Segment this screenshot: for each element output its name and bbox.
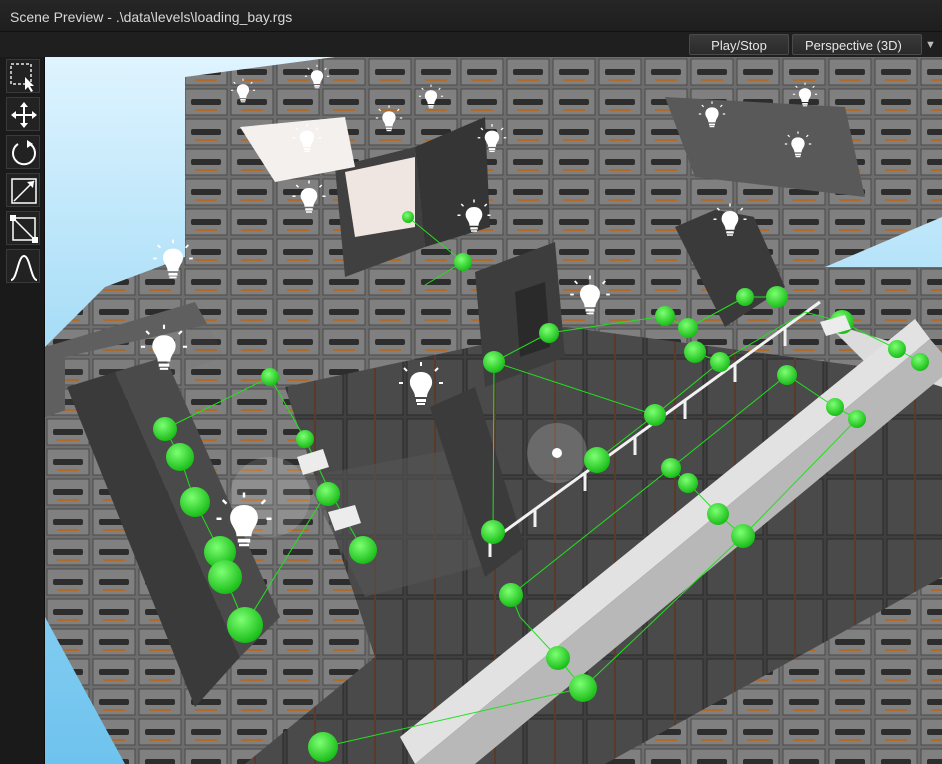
waypoint-sphere[interactable] (911, 353, 929, 371)
viewport-toolbar: Play/Stop Perspective (3D) ▼ (0, 32, 942, 57)
bounding-box-icon (10, 215, 38, 243)
waypoint-sphere[interactable] (731, 524, 755, 548)
waypoint-sphere[interactable] (644, 404, 666, 426)
rotate-icon (12, 140, 36, 166)
waypoint-sphere[interactable] (316, 482, 340, 506)
scene-viewport[interactable] (45, 57, 942, 764)
waypoint-sphere[interactable] (296, 430, 314, 448)
waypoint-sphere[interactable] (261, 368, 279, 386)
title-bar: Scene Preview - .\data\levels\loading_ba… (0, 0, 942, 32)
tool-palette (0, 57, 45, 764)
move-arrows-icon (11, 102, 37, 128)
waypoint-sphere[interactable] (707, 503, 729, 525)
rotate-tool-button[interactable] (6, 135, 40, 169)
waypoint-sphere[interactable] (710, 352, 730, 372)
waypoint-sphere[interactable] (308, 732, 338, 762)
waypoint-sphere[interactable] (539, 323, 559, 343)
waypoint-sphere[interactable] (166, 443, 194, 471)
waypoint-sphere[interactable] (661, 458, 681, 478)
waypoint-sphere[interactable] (208, 560, 242, 594)
window-title: Scene Preview - .\data\levels\loading_ba… (10, 9, 293, 25)
play-stop-button[interactable]: Play/Stop (689, 34, 789, 55)
waypoint-sphere[interactable] (777, 365, 797, 385)
waypoint-sphere[interactable] (678, 318, 698, 338)
view-mode-dropdown[interactable]: Perspective (3D) (792, 34, 922, 55)
waypoint-sphere[interactable] (180, 487, 210, 517)
waypoint-sphere[interactable] (153, 417, 177, 441)
waypoint-sphere[interactable] (678, 473, 698, 493)
waypoint-sphere[interactable] (483, 351, 505, 373)
waypoint-sphere[interactable] (499, 583, 523, 607)
waypoint-sphere[interactable] (826, 398, 844, 416)
select-tool-button[interactable] (6, 59, 40, 93)
waypoint-sphere[interactable] (546, 646, 570, 670)
waypoint-sphere[interactable] (848, 410, 866, 428)
waypoint-sphere[interactable] (655, 306, 675, 326)
waypoint-sphere[interactable] (766, 286, 788, 308)
waypoint-sphere[interactable] (481, 520, 505, 544)
marquee-select-icon (10, 63, 34, 92)
scene-render[interactable] (45, 57, 942, 764)
move-tool-button[interactable] (6, 97, 40, 131)
waypoint-sphere[interactable] (736, 288, 754, 306)
bounds-tool-button[interactable] (6, 211, 40, 245)
waypoint-sphere[interactable] (227, 607, 263, 643)
waypoint-sphere[interactable] (349, 536, 377, 564)
waypoint-sphere[interactable] (684, 341, 706, 363)
curve-tool-button[interactable] (6, 249, 40, 283)
waypoint-sphere[interactable] (888, 340, 906, 358)
waypoint-sphere[interactable] (402, 211, 414, 223)
scale-icon (11, 178, 37, 204)
chevron-down-icon[interactable]: ▼ (925, 39, 936, 51)
waypoint-sphere[interactable] (569, 674, 597, 702)
curve-icon (10, 254, 38, 281)
waypoint-sphere[interactable] (454, 253, 472, 271)
scale-tool-button[interactable] (6, 173, 40, 207)
waypoint-sphere[interactable] (584, 447, 610, 473)
